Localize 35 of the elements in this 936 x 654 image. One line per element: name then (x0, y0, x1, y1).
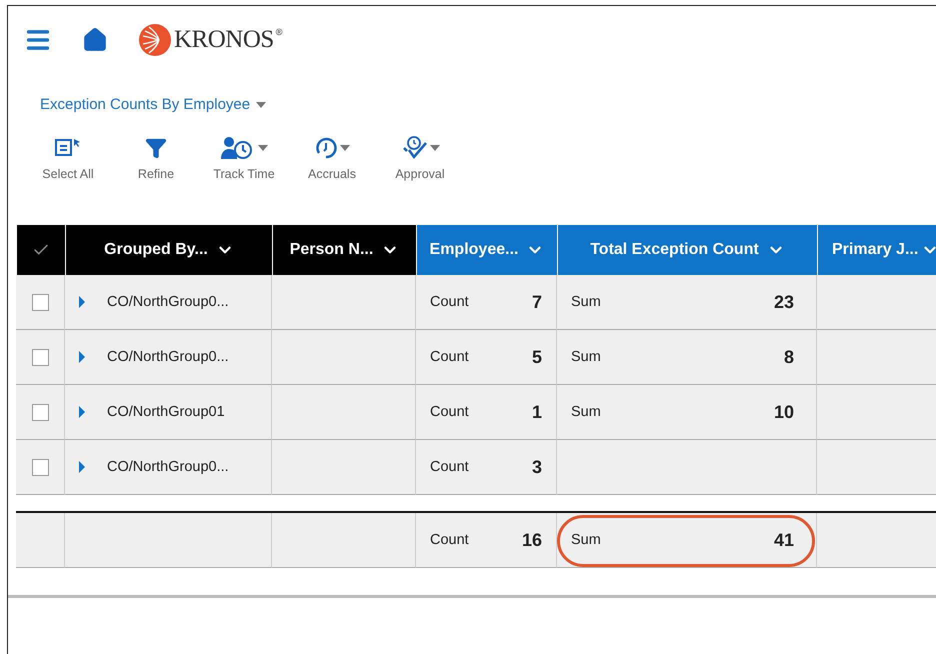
sum-value: 10 (774, 402, 794, 422)
sum-value: 8 (784, 346, 794, 368)
group-name: CO/NorthGroup0... (107, 349, 229, 365)
sum-label: Sum (571, 294, 601, 310)
column-header[interactable]: Total Exception Count (557, 225, 817, 275)
trademark-sign: ® (276, 27, 282, 37)
sum-label: Sum (571, 404, 601, 420)
count-total: 16 (522, 530, 542, 550)
count-value: 7 (532, 292, 542, 312)
brand-name: KRONOS (174, 26, 274, 54)
sum-value: 23 (774, 292, 794, 312)
count-value: 1 (532, 402, 542, 422)
group-name: CO/NorthGroup0... (107, 294, 229, 310)
column-header[interactable]: Employee... (416, 225, 557, 275)
toolbar-button[interactable]: Track Time (200, 135, 288, 181)
group-name: CO/NorthGroup01 (107, 404, 225, 420)
count-value: 3 (532, 456, 542, 478)
report-selector[interactable]: Exception Counts By Employee (40, 96, 266, 113)
count-label: Count (430, 349, 469, 365)
group-name: CO/NorthGroup0... (107, 459, 229, 475)
toolbar-button[interactable]: Accruals (288, 135, 376, 181)
count-label: Count (430, 459, 469, 475)
sum-label: Sum (571, 349, 601, 365)
column-header[interactable]: Primary J... (817, 225, 936, 275)
count-label: Count (430, 294, 469, 310)
sum-label: Sum (571, 532, 601, 548)
toolbar-button[interactable]: Approval (376, 135, 464, 181)
count-label: Count (430, 404, 469, 420)
column-header[interactable]: Grouped By... (65, 225, 272, 275)
count-label: Count (430, 532, 469, 548)
sum-total: 41 (774, 530, 794, 550)
count-value: 5 (532, 346, 542, 368)
toolbar-button[interactable]: Select All (24, 135, 112, 181)
column-header[interactable]: Person N... (272, 225, 416, 275)
toolbar-button[interactable]: Refine (112, 135, 200, 181)
